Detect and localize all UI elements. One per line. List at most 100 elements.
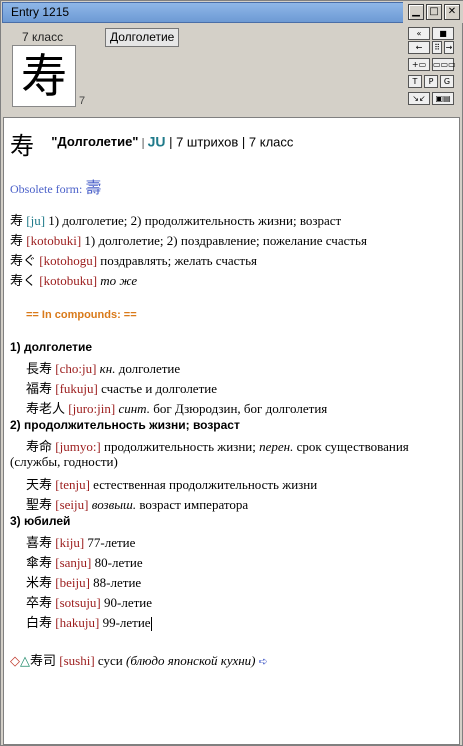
compound-row: 米寿 [beiju] 88-летие bbox=[26, 572, 141, 591]
entry-content[interactable]: 寿 "Долголетие" | JU | 7 штрихов | 7 клас… bbox=[3, 117, 460, 745]
compound-word[interactable]: 喜寿 bbox=[26, 536, 52, 551]
reading-italic: то же bbox=[100, 273, 138, 288]
entry-header: 7 класс Долголетие 寿 7 « ■ ← ⠿ → » +▭ ▭▭… bbox=[1, 23, 462, 115]
compound-text: возраст императора bbox=[136, 497, 249, 512]
compound-text: 80-летие bbox=[91, 555, 143, 570]
sushi-row: ◇△寿司 [sushi] суси (блюдо японской кухни)… bbox=[10, 650, 268, 669]
compound-italic: возвыш. bbox=[91, 497, 137, 512]
reading-text: 1) долголетие; 2) поздравление; пожелани… bbox=[81, 233, 367, 248]
text-icon[interactable]: T bbox=[408, 75, 422, 88]
triangle-icon: △ bbox=[20, 653, 30, 668]
compound-text: естественная продолжительность жизни bbox=[89, 477, 318, 492]
compound-text: долголетие bbox=[115, 361, 181, 376]
compound-word[interactable]: 福寿 bbox=[26, 382, 52, 397]
reading-row: 寿く [kotobuku] то же bbox=[10, 270, 137, 289]
entry-strokes: | 7 штрихов | 7 класс bbox=[165, 134, 294, 150]
obsolete-label: Obsolete form: bbox=[10, 182, 86, 196]
entry-reading[interactable]: JU bbox=[148, 133, 166, 149]
reading-word[interactable]: 寿く bbox=[10, 274, 36, 289]
compound-row: 福寿 [fukuju] счастье и долголетие bbox=[26, 378, 217, 397]
diamond-icon: ◇ bbox=[10, 653, 20, 668]
window-controls: ▁ □ ✕ bbox=[403, 1, 463, 23]
reading-word[interactable]: 寿ぐ bbox=[10, 254, 36, 269]
compound-row: 白寿 [hakuju] 99-летие bbox=[26, 612, 152, 632]
reading-romaji: [kotohogu] bbox=[39, 253, 98, 268]
reading-romaji: [kotobuku] bbox=[39, 273, 98, 288]
compounds-header: == In compounds: == bbox=[26, 306, 137, 322]
list-icon[interactable]: ⠿ bbox=[432, 41, 442, 54]
grade-label: 7 класс bbox=[22, 30, 64, 44]
reading-row: 寿ぐ [kotohogu] поздравлять; желать счасть… bbox=[10, 250, 257, 269]
compound-reading: [tenju] bbox=[55, 477, 90, 492]
compound-reading: [juro:jin] bbox=[68, 401, 116, 416]
compound-row: 喜寿 [kiju] 77-летие bbox=[26, 532, 135, 551]
compound-word[interactable]: 米寿 bbox=[26, 576, 52, 591]
title-bar[interactable]: Entry 1215 bbox=[2, 2, 404, 23]
compound-row: 寿命 [jumyo:] продолжительность жизни; пер… bbox=[26, 436, 409, 455]
compound-text: 99-летие bbox=[99, 615, 151, 630]
print-icon[interactable]: P bbox=[424, 75, 438, 88]
compound-word[interactable]: 寿老人 bbox=[26, 402, 65, 417]
compound-text: 88-летие bbox=[89, 575, 142, 590]
text-cursor bbox=[150, 617, 152, 632]
options-icon[interactable]: ▣▤ bbox=[432, 92, 454, 105]
compound-text: срок существования bbox=[293, 439, 409, 454]
reading-romaji: [kotobuki] bbox=[26, 233, 82, 248]
maximize-button[interactable]: □ bbox=[426, 4, 442, 20]
window-title: Entry 1215 bbox=[11, 5, 70, 19]
reading-word[interactable]: 寿 bbox=[10, 234, 23, 249]
compound-word[interactable]: 長寿 bbox=[26, 362, 52, 377]
panels-icon[interactable]: ▭▭▭ bbox=[432, 58, 456, 71]
compound-row: 卒寿 [sotsuju] 90-летие bbox=[26, 592, 152, 611]
meaning-button[interactable]: Долголетие bbox=[105, 28, 180, 47]
grid-icon[interactable]: G bbox=[440, 75, 454, 88]
add-icon[interactable]: +▭ bbox=[408, 58, 430, 71]
compound-text: 90-летие bbox=[100, 595, 153, 610]
compound-text: суси bbox=[94, 653, 126, 668]
compound-text: 77-летие bbox=[84, 535, 136, 550]
compound-word[interactable]: 天寿 bbox=[26, 478, 52, 493]
compound-row: 聖寿 [seiju] возвыш. возраст императора bbox=[26, 494, 248, 513]
reading-text: поздравлять; желать счастья bbox=[97, 253, 257, 268]
shrink-icon[interactable]: ↘↙ bbox=[408, 92, 430, 105]
compound-reading: [kiju] bbox=[55, 535, 85, 550]
entry-window: Entry 1215 ▁ □ ✕ 7 класс Долголетие 寿 7 … bbox=[0, 0, 463, 746]
compound-reading: [sotsuju] bbox=[55, 595, 101, 610]
compound-word[interactable]: 寿命 bbox=[26, 440, 52, 455]
compound-italic: перен. bbox=[259, 439, 294, 454]
compound-reading: [jumyo:] bbox=[55, 439, 101, 454]
reading-row: 寿 [kotobuki] 1) долголетие; 2) поздравле… bbox=[10, 230, 367, 249]
compound-text: счастье и долголетие bbox=[97, 381, 217, 396]
stroke-count: 7 bbox=[79, 95, 86, 107]
entry-meaning: "Долголетие" bbox=[51, 134, 139, 150]
compound-reading: [sanju] bbox=[55, 555, 92, 570]
compound-word[interactable]: 卒寿 bbox=[26, 596, 52, 611]
compound-row: 傘寿 [sanju] 80-летие bbox=[26, 552, 143, 571]
compound-word[interactable]: 聖寿 bbox=[26, 498, 52, 513]
minimize-button[interactable]: ▁ bbox=[408, 4, 424, 20]
obsolete-form: Obsolete form: 壽 bbox=[10, 174, 101, 198]
compound-text: бог Дзюродзин, бог долголетия bbox=[149, 401, 328, 416]
compound-reading: [beiju] bbox=[55, 575, 90, 590]
compound-word[interactable]: 寿司 bbox=[30, 654, 56, 669]
compound-reading: [hakuju] bbox=[55, 615, 100, 630]
reading-row: 寿 [ju] 1) долголетие; 2) продолжительнос… bbox=[10, 210, 341, 229]
close-button[interactable]: ✕ bbox=[444, 4, 460, 20]
next-icon[interactable]: → bbox=[444, 41, 454, 54]
reading-word[interactable]: 寿 bbox=[10, 214, 23, 229]
compound-row: 長寿 [cho:ju] кн. долголетие bbox=[26, 358, 180, 377]
reading-text: 1) долголетие; 2) продолжительность жизн… bbox=[45, 213, 342, 228]
group-heading: 1) долголетие bbox=[10, 340, 93, 354]
compound-italic: синт. bbox=[118, 401, 150, 416]
first-icon[interactable]: « bbox=[408, 27, 430, 40]
compound-word[interactable]: 傘寿 bbox=[26, 556, 52, 571]
compound-word[interactable]: 白寿 bbox=[26, 616, 52, 631]
compound-reading: [sushi] bbox=[59, 653, 95, 668]
compound-italic: (блюдо японской кухни) bbox=[125, 653, 256, 668]
obsolete-kanji-link[interactable]: 壽 bbox=[85, 178, 101, 197]
stop-icon[interactable]: ■ bbox=[432, 27, 454, 40]
compound-row: 寿老人 [juro:jin] синт. бог Дзюродзин, бог … bbox=[26, 398, 327, 417]
compound-reading: [cho:ju] bbox=[55, 361, 97, 376]
link-arrow-icon[interactable]: ➪ bbox=[259, 655, 268, 668]
prev-icon[interactable]: ← bbox=[408, 41, 430, 54]
